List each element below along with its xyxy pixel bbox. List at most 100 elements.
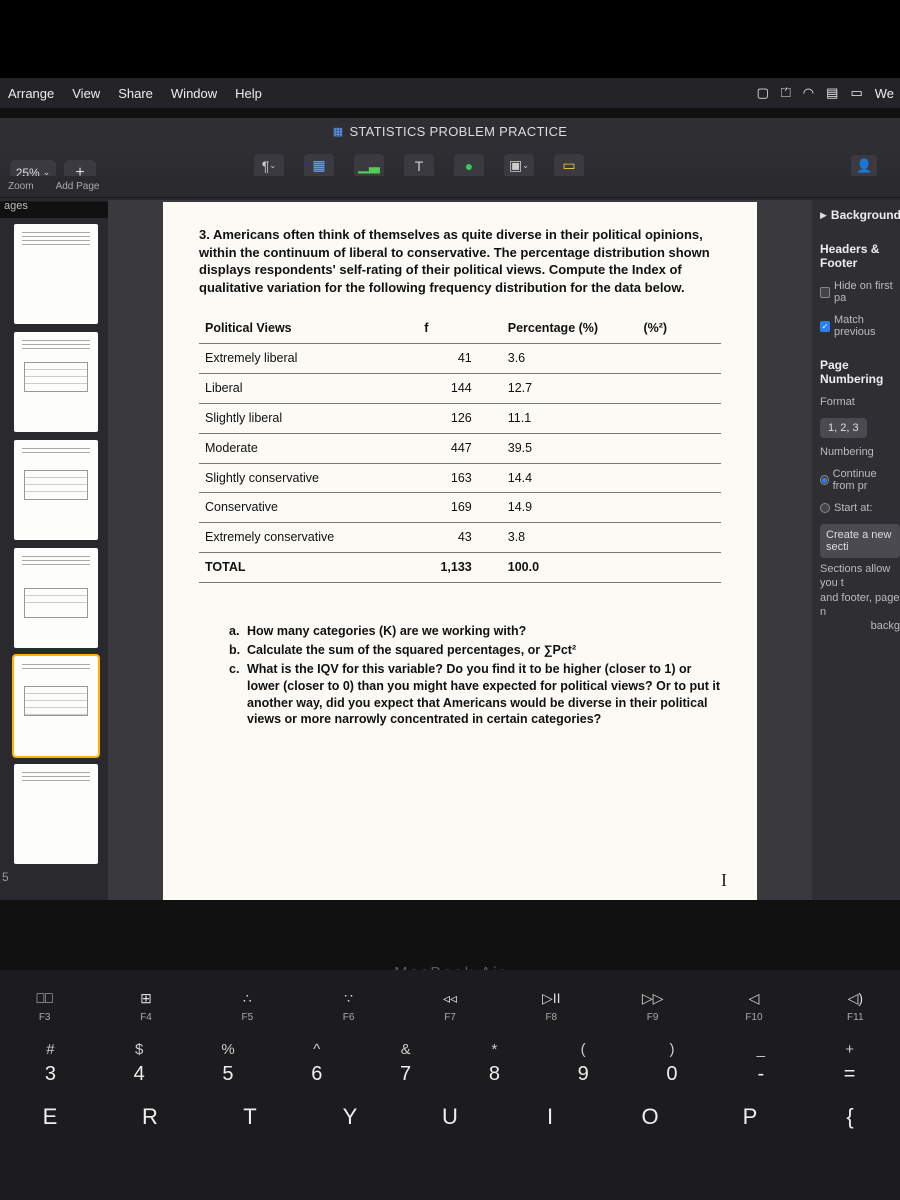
create-section-button[interactable]: Create a new secti xyxy=(820,524,900,558)
menu-help[interactable]: Help xyxy=(235,86,262,101)
text-icon: T xyxy=(404,154,434,178)
wifi-icon[interactable]: ◠ xyxy=(803,85,814,101)
question-list: a.How many categories (K) are we working… xyxy=(199,623,721,728)
col-header: Political Views xyxy=(199,314,418,343)
table-cell: 12.7 xyxy=(502,373,638,403)
document-title: STATISTICS PROBLEM PRACTICE xyxy=(349,124,567,139)
pages-panel-label: ages xyxy=(4,200,28,212)
page-numbering-heading: Page Numbering xyxy=(820,358,900,386)
checkbox-checked-icon: ✓ xyxy=(820,321,830,332)
col-header: (%²) xyxy=(637,314,721,343)
page-thumb[interactable] xyxy=(14,764,98,864)
clock-partial: We xyxy=(875,86,894,101)
num-key: %5 xyxy=(198,1041,259,1086)
num-key: (9 xyxy=(553,1041,614,1086)
menu-share[interactable]: Share xyxy=(118,86,153,101)
mission-control-icon: ⎕⎕ xyxy=(36,990,53,1006)
chart-icon: ▁▃ xyxy=(354,154,384,178)
camera-icon: ▢ xyxy=(757,85,769,101)
start-at-radio[interactable]: Start at: xyxy=(820,502,900,514)
toolbar-sublabels: Zoom Add Page xyxy=(0,176,900,198)
battery-icon: ▭ xyxy=(850,85,862,101)
question-text: How many categories (K) are we working w… xyxy=(247,623,526,640)
menu-view[interactable]: View xyxy=(72,86,100,101)
fkey-kbd-dim: ∴F5 xyxy=(215,990,279,1023)
kbd-dim-icon: ∴ xyxy=(243,990,252,1006)
problem-text: 3. Americans often think of themselves a… xyxy=(199,226,721,296)
table-cell: 14.9 xyxy=(502,493,638,523)
table-cell: Slightly liberal xyxy=(199,403,418,433)
prev-track-icon: ◃◃ xyxy=(443,990,457,1006)
page-thumb[interactable] xyxy=(14,548,98,648)
launchpad-icon: ⊞ xyxy=(140,990,152,1006)
page-thumb-selected[interactable] xyxy=(14,656,98,756)
table-cell: 447 xyxy=(418,433,502,463)
camera-notch-area xyxy=(0,0,900,78)
fkey-mute: ◁F10 xyxy=(722,990,786,1023)
num-key: )0 xyxy=(642,1041,703,1086)
table-cell: 14.4 xyxy=(502,463,638,493)
checkbox-icon xyxy=(820,287,830,298)
zoom-label: Zoom xyxy=(8,181,34,192)
letter-key: { xyxy=(820,1104,880,1130)
match-previous-checkbox[interactable]: ✓ Match previous xyxy=(820,314,900,338)
table-cell: 39.5 xyxy=(502,433,638,463)
num-key: #3 xyxy=(20,1041,81,1086)
kbd-bright-icon: ∵ xyxy=(344,990,353,1006)
fkey-prev-track: ◃◃F7 xyxy=(418,990,482,1023)
table-cell: 11.1 xyxy=(502,403,638,433)
table-cell: 126 xyxy=(418,403,502,433)
table-cell: Liberal xyxy=(199,373,418,403)
num-key: *8 xyxy=(464,1041,525,1086)
table-cell: Slightly conservative xyxy=(199,463,418,493)
disclosure-triangle-icon: ▶ xyxy=(820,210,827,221)
num-key: ^6 xyxy=(286,1041,347,1086)
total-label: TOTAL xyxy=(199,553,418,583)
page-thumb[interactable] xyxy=(14,440,98,540)
media-icon: ▣⌄ xyxy=(504,154,534,178)
screen-mirror-icon[interactable]: ⏍ xyxy=(781,85,791,101)
letter-key: I xyxy=(520,1104,580,1130)
question-label: c. xyxy=(229,661,247,729)
add-page-label: Add Page xyxy=(56,181,100,192)
mute-icon: ◁ xyxy=(749,990,760,1006)
table-cell: 144 xyxy=(418,373,502,403)
col-header: Percentage (%) xyxy=(502,314,638,343)
radio-selected-icon xyxy=(820,475,829,485)
document-page[interactable]: 3. Americans often think of themselves a… xyxy=(163,202,757,900)
continue-radio[interactable]: Continue from pr xyxy=(820,468,900,492)
table-cell: 3.6 xyxy=(502,344,638,374)
play-pause-icon: ▷II xyxy=(542,990,561,1006)
table-cell: 43 xyxy=(418,523,502,553)
flag-icon: ▤ xyxy=(826,85,838,101)
menu-arrange[interactable]: Arrange xyxy=(8,86,54,101)
letter-key: T xyxy=(220,1104,280,1130)
table-cell: 163 xyxy=(418,463,502,493)
table-cell: Extremely conservative xyxy=(199,523,418,553)
radio-icon xyxy=(820,503,830,513)
total-pct: 100.0 xyxy=(502,553,638,583)
physical-keyboard: ⎕⎕F3⊞F4∴F5∵F6◃◃F7▷IIF8▷▷F9◁F10◁)F11 #3$4… xyxy=(0,970,900,1200)
letter-key: P xyxy=(720,1104,780,1130)
table-cell: Moderate xyxy=(199,433,418,463)
background-disclosure[interactable]: ▶ Background xyxy=(820,208,900,222)
headers-footers-heading: Headers & Footer xyxy=(820,242,900,270)
num-key: $4 xyxy=(109,1041,170,1086)
vol-down-icon: ◁) xyxy=(848,990,863,1006)
question-text: What is the IQV for this variable? Do yo… xyxy=(247,661,721,729)
question-label: a. xyxy=(229,623,247,640)
format-dropdown[interactable]: 1, 2, 3 xyxy=(820,418,867,438)
paragraph-icon: ¶⌄ xyxy=(254,154,284,178)
shape-icon: ● xyxy=(454,154,484,178)
question-label: b. xyxy=(229,642,247,659)
letter-key: U xyxy=(420,1104,480,1130)
pages-sidebar[interactable] xyxy=(0,218,108,900)
document-canvas[interactable]: 3. Americans often think of themselves a… xyxy=(108,200,812,900)
page-thumb[interactable] xyxy=(14,224,98,324)
hide-first-page-checkbox[interactable]: Hide on first pa xyxy=(820,280,900,304)
letter-key: E xyxy=(20,1104,80,1130)
mac-status-area: ▢ ⏍ ◠ ▤ ▭ We xyxy=(757,78,894,108)
fkey-launchpad: ⊞F4 xyxy=(114,990,178,1023)
menu-window[interactable]: Window xyxy=(171,86,217,101)
page-thumb[interactable] xyxy=(14,332,98,432)
